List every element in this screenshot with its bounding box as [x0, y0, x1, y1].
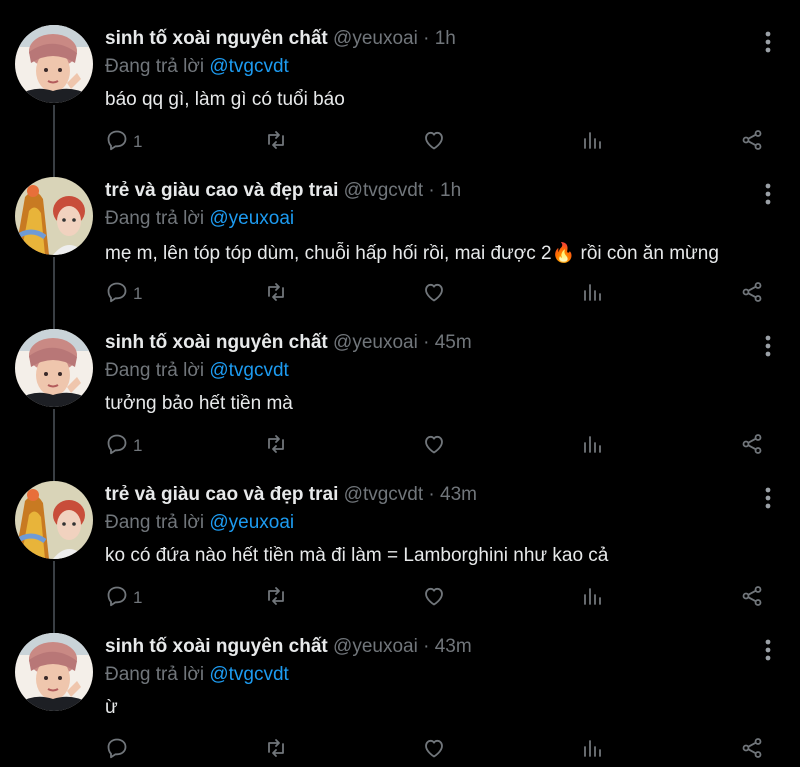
reply-icon	[105, 736, 129, 765]
mention-link[interactable]: @tvgcvdt	[209, 664, 288, 685]
reply-button[interactable]	[105, 736, 133, 764]
tweet-header: sinh tố xoài nguyên chất @yeuxoai · 1h	[105, 28, 456, 50]
display-name[interactable]: sinh tố xoài nguyên chất	[105, 28, 328, 49]
tweet-header: trẻ và giàu cao và đẹp trai @tvgcvdt · 1…	[105, 180, 461, 202]
more-vertical-icon[interactable]	[759, 638, 777, 662]
timestamp[interactable]: 1h	[440, 180, 461, 201]
avatar-user-b[interactable]	[15, 177, 93, 255]
replying-to-label: Đang trả lời	[105, 208, 205, 229]
username[interactable]: @yeuxoai	[333, 332, 418, 353]
avatar-user-b[interactable]	[15, 481, 93, 559]
timestamp[interactable]: 1h	[435, 28, 456, 49]
reply-count: 1	[133, 588, 143, 607]
more-vertical-icon[interactable]	[759, 334, 777, 358]
avatar-user-a[interactable]	[15, 329, 93, 407]
timestamp[interactable]: 45m	[435, 332, 472, 353]
timestamp[interactable]: 43m	[440, 484, 477, 505]
replying-to: Đang trả lời @yeuxoai	[105, 512, 294, 534]
replying-to: Đang trả lời @yeuxoai	[105, 208, 294, 230]
display-name[interactable]: trẻ và giàu cao và đẹp trai	[105, 180, 338, 201]
display-name[interactable]: sinh tố xoài nguyên chất	[105, 636, 328, 657]
separator-dot: ·	[423, 636, 430, 657]
avatar-user-a[interactable]	[15, 633, 93, 711]
tweet-text: ko có đứa nào hết tiền mà đi làm = Lambo…	[105, 545, 609, 566]
tweet-header: sinh tố xoài nguyên chất @yeuxoai · 45m	[105, 332, 472, 354]
mention-link[interactable]: @tvgcvdt	[209, 56, 288, 77]
mention-link[interactable]: @yeuxoai	[209, 512, 294, 533]
tweet[interactable]: sinh tố xoài nguyên chất @yeuxoai · 1h Đ…	[0, 0, 800, 152]
tweet-text: mẹ m, lên tóp tóp dùm, chuỗi hấp hối rồi…	[105, 243, 719, 264]
tweet[interactable]: sinh tố xoài nguyên chất @yeuxoai · 43m …	[0, 608, 800, 760]
username[interactable]: @tvgcvdt	[344, 180, 423, 201]
tweet-actions	[0, 736, 800, 764]
mention-link[interactable]: @yeuxoai	[209, 208, 294, 229]
replying-to-label: Đang trả lời	[105, 512, 205, 533]
separator-dot: ·	[423, 332, 430, 353]
timestamp[interactable]: 43m	[435, 636, 472, 657]
mention-link[interactable]: @tvgcvdt	[209, 360, 288, 381]
replying-to-label: Đang trả lời	[105, 360, 205, 381]
replying-to-label: Đang trả lời	[105, 664, 205, 685]
retweet-icon	[264, 736, 288, 765]
tweet-header: trẻ và giàu cao và đẹp trai @tvgcvdt · 4…	[105, 484, 477, 506]
tweet-text: báo qq gì, làm gì có tuổi báo	[105, 89, 345, 110]
more-vertical-icon[interactable]	[759, 486, 777, 510]
views-icon	[581, 736, 605, 765]
replying-to-label: Đang trả lời	[105, 56, 205, 77]
reply-count: 1	[133, 132, 143, 151]
tweet-header: sinh tố xoài nguyên chất @yeuxoai · 43m	[105, 636, 472, 658]
replying-to: Đang trả lời @tvgcvdt	[105, 360, 289, 382]
username[interactable]: @yeuxoai	[333, 28, 418, 49]
more-vertical-icon[interactable]	[759, 30, 777, 54]
separator-dot: ·	[428, 484, 435, 505]
separator-dot: ·	[428, 180, 435, 201]
heart-icon	[422, 736, 446, 765]
avatar-user-a[interactable]	[15, 25, 93, 103]
username[interactable]: @tvgcvdt	[344, 484, 423, 505]
replying-to: Đang trả lời @tvgcvdt	[105, 56, 289, 78]
retweet-button[interactable]	[264, 736, 288, 764]
replying-to: Đang trả lời @tvgcvdt	[105, 664, 289, 686]
share-button[interactable]	[740, 736, 764, 764]
share-icon	[740, 736, 764, 765]
views-button[interactable]	[581, 736, 605, 764]
reply-count: 1	[133, 436, 143, 455]
like-button[interactable]	[422, 736, 446, 764]
reply-count: 1	[133, 284, 143, 303]
separator-dot: ·	[423, 28, 430, 49]
username[interactable]: @yeuxoai	[333, 636, 418, 657]
tweet[interactable]: sinh tố xoài nguyên chất @yeuxoai · 45m …	[0, 304, 800, 456]
tweet-text: ừ	[105, 697, 118, 718]
display-name[interactable]: sinh tố xoài nguyên chất	[105, 332, 328, 353]
tweet[interactable]: trẻ và giàu cao và đẹp trai @tvgcvdt · 4…	[0, 456, 800, 608]
tweet[interactable]: trẻ và giàu cao và đẹp trai @tvgcvdt · 1…	[0, 152, 800, 304]
display-name[interactable]: trẻ và giàu cao và đẹp trai	[105, 484, 338, 505]
more-vertical-icon[interactable]	[759, 182, 777, 206]
tweet-text: tưởng bảo hết tiền mà	[105, 393, 293, 414]
